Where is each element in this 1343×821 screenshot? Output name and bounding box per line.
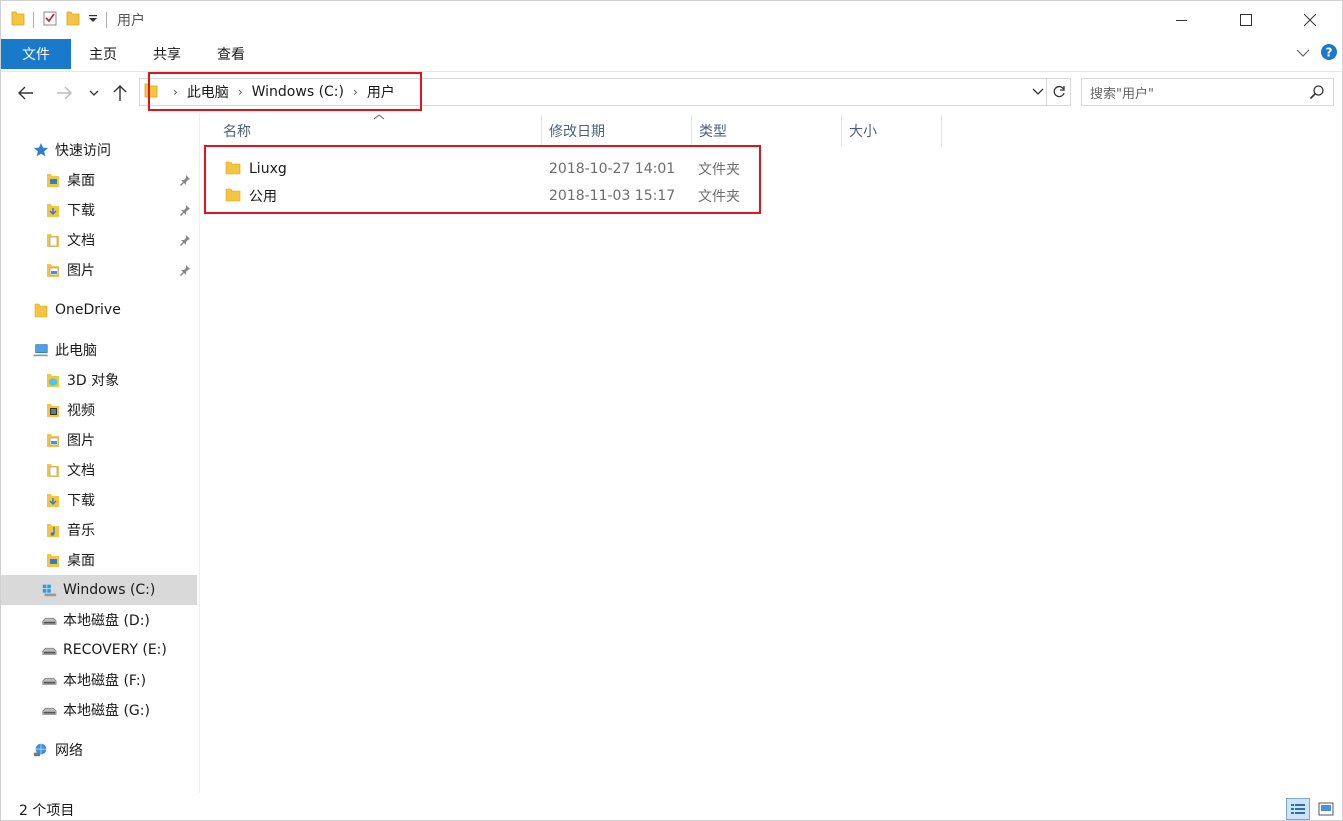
sidebar-item-drive-g[interactable]: 本地磁盘 (G:) [1, 695, 197, 725]
search-placeholder: 搜索"用户" [1090, 86, 1154, 102]
sidebar-item-windows-c[interactable]: Windows (C:) [1, 575, 197, 605]
sidebar-item-pictures-pinned[interactable]: 图片 [1, 255, 197, 285]
highlight-box-files [204, 145, 761, 214]
videos-folder-icon [45, 402, 61, 418]
3d-objects-icon [45, 372, 61, 388]
download-folder-icon [45, 202, 61, 218]
sidebar-item-documents[interactable]: 文档 [1, 455, 197, 485]
properties-icon[interactable] [42, 10, 58, 30]
drive-icon [41, 702, 57, 718]
column-header-type[interactable]: 类型 [691, 115, 841, 147]
download-folder-icon [45, 492, 61, 508]
sidebar-item-network[interactable]: 网络 [1, 735, 197, 765]
sidebar-item-drive-f[interactable]: 本地磁盘 (F:) [1, 665, 197, 695]
drive-icon [41, 672, 57, 688]
pin-icon [179, 234, 191, 250]
sidebar-item-drive-e[interactable]: RECOVERY (E:) [1, 635, 197, 665]
drive-icon [41, 642, 57, 658]
search-icon[interactable] [1309, 84, 1325, 104]
window-controls [1150, 1, 1342, 39]
ribbon-right-controls: ? [1296, 39, 1338, 69]
status-bar: 2 个项目 [1, 797, 1342, 821]
back-button[interactable] [11, 72, 41, 114]
tab-home[interactable]: 主页 [71, 39, 135, 69]
sidebar-item-onedrive[interactable]: OneDrive [1, 295, 197, 325]
toolbar-separator [106, 12, 107, 28]
sidebar-item-desktop[interactable]: 桌面 [1, 545, 197, 575]
forward-button[interactable] [49, 72, 79, 114]
star-icon [33, 142, 49, 158]
details-view-button[interactable] [1286, 798, 1310, 820]
sidebar-item-music[interactable]: 音乐 [1, 515, 197, 545]
sidebar-item-pictures[interactable]: 图片 [1, 425, 197, 455]
pin-icon [179, 264, 191, 280]
windows-drive-icon [41, 582, 57, 598]
quick-access-toolbar: 用户 [1, 1, 145, 39]
documents-folder-icon [45, 462, 61, 478]
item-count: 2 个项目 [19, 802, 75, 819]
documents-folder-icon [45, 232, 61, 248]
title-bar: 用户 [1, 1, 1342, 39]
refresh-button[interactable] [1047, 78, 1071, 106]
highlight-box-address [148, 72, 422, 111]
sidebar-item-quick-access[interactable]: 快速访问 [1, 135, 197, 165]
tab-share[interactable]: 共享 [135, 39, 199, 69]
recent-locations-dropdown[interactable] [85, 72, 103, 114]
sidebar-item-drive-d[interactable]: 本地磁盘 (D:) [1, 605, 197, 635]
view-switcher [1286, 798, 1338, 820]
sidebar-item-documents-pinned[interactable]: 文档 [1, 225, 197, 255]
desktop-folder-icon [45, 552, 61, 568]
tab-file[interactable]: 文件 [1, 39, 71, 69]
toolbar-separator [33, 12, 34, 28]
customize-toolbar-dropdown-icon[interactable] [88, 12, 98, 28]
pin-icon [179, 174, 191, 190]
new-folder-icon[interactable] [66, 10, 80, 30]
file-explorer-window: 用户 文件 主页 共享 查看 ? › 此电脑 › Windows (C:) › … [0, 0, 1343, 821]
column-header-name[interactable]: 名称 [215, 115, 541, 147]
folder-icon [33, 302, 49, 318]
sidebar-item-3d-objects[interactable]: 3D 对象 [1, 365, 197, 395]
address-history-dropdown[interactable] [1032, 79, 1044, 105]
folder-icon [11, 10, 25, 30]
column-header-date-modified[interactable]: 修改日期 [541, 115, 691, 147]
desktop-folder-icon [45, 172, 61, 188]
tab-view[interactable]: 查看 [199, 39, 263, 69]
up-button[interactable] [107, 72, 133, 114]
sidebar-item-videos[interactable]: 视频 [1, 395, 197, 425]
search-box[interactable]: 搜索"用户" [1081, 78, 1334, 106]
expand-ribbon-icon[interactable] [1296, 46, 1310, 62]
music-folder-icon [45, 522, 61, 538]
network-icon [33, 742, 49, 758]
sidebar-item-downloads-pinned[interactable]: 下载 [1, 195, 197, 225]
help-icon[interactable]: ? [1320, 43, 1338, 65]
drive-icon [41, 612, 57, 628]
minimize-button[interactable] [1150, 1, 1214, 39]
svg-text:?: ? [1326, 46, 1333, 60]
pictures-folder-icon [45, 262, 61, 278]
sidebar-item-downloads[interactable]: 下载 [1, 485, 197, 515]
pictures-folder-icon [45, 432, 61, 448]
sidebar-item-this-pc[interactable]: 此电脑 [1, 335, 197, 365]
sidebar-item-desktop-pinned[interactable]: 桌面 [1, 165, 197, 195]
column-divider[interactable] [941, 115, 942, 147]
close-button[interactable] [1278, 1, 1342, 39]
navigation-pane: 快速访问 桌面 下载 文档 图片 OneDrive 此电脑 3D 对象 视频 图… [1, 113, 200, 793]
maximize-button[interactable] [1214, 1, 1278, 39]
large-icons-view-button[interactable] [1314, 798, 1338, 820]
ribbon-tabs: 文件 主页 共享 查看 ? [1, 39, 1342, 69]
column-header-size[interactable]: 大小 [841, 115, 941, 147]
pin-icon [179, 204, 191, 220]
computer-icon [33, 342, 49, 358]
window-title: 用户 [117, 13, 145, 29]
